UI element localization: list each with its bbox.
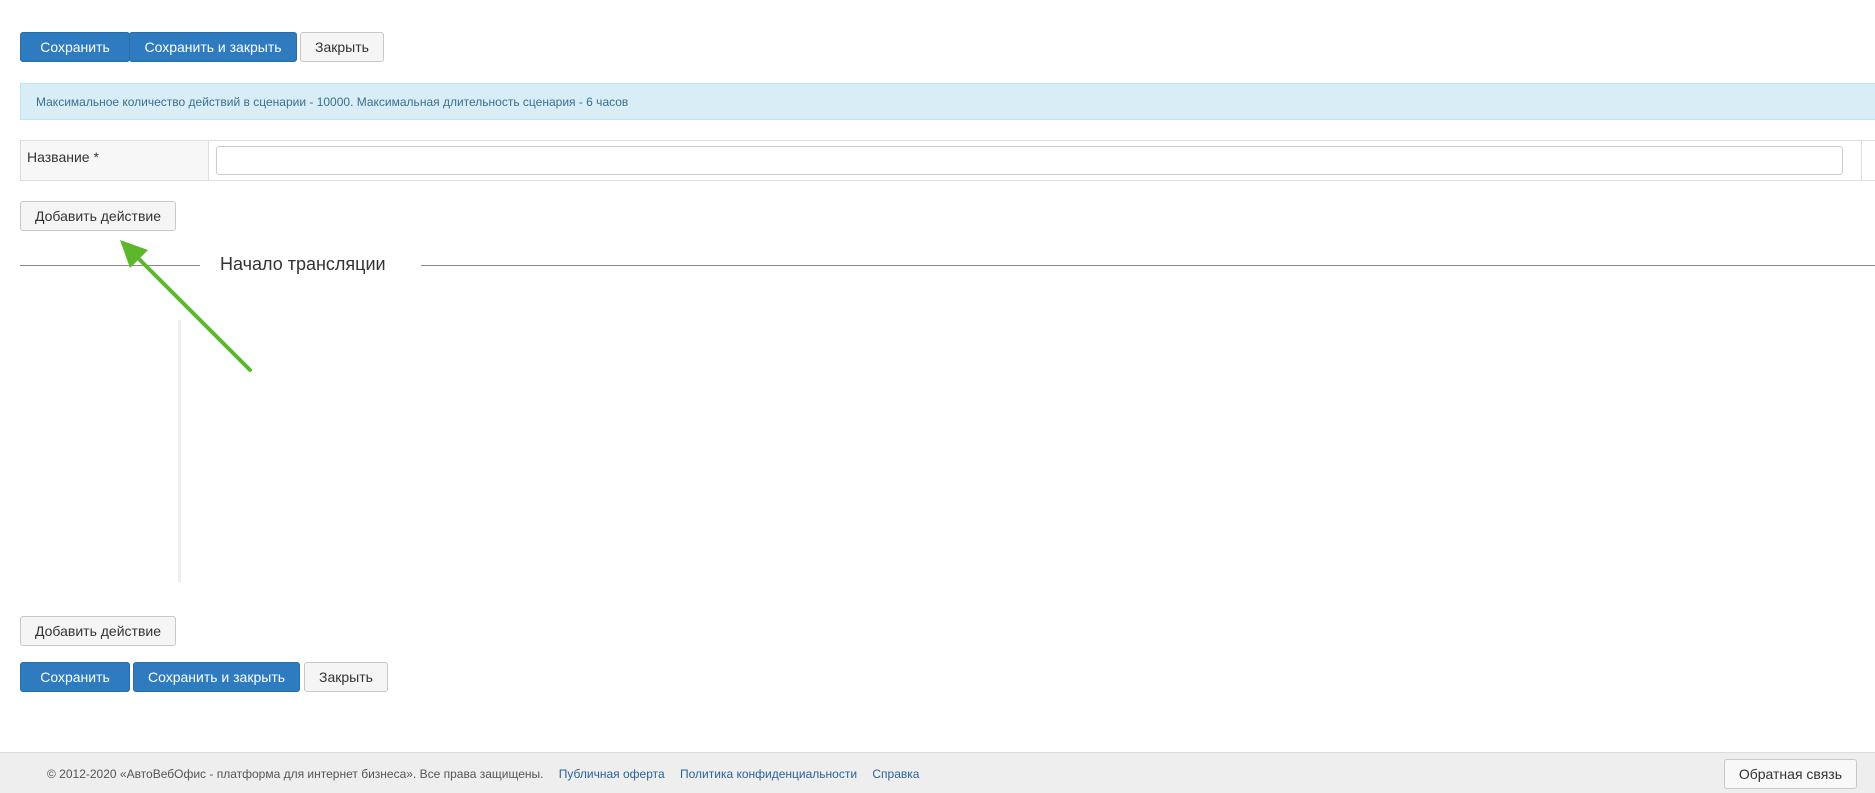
name-label: Название * bbox=[21, 141, 209, 180]
save-and-close-button[interactable]: Сохранить и закрыть bbox=[129, 32, 297, 62]
form-row-divider bbox=[1861, 141, 1862, 180]
actions-timeline-line bbox=[178, 320, 181, 582]
close-button[interactable]: Закрыть bbox=[300, 32, 384, 62]
save-button-bottom[interactable]: Сохранить bbox=[20, 662, 130, 692]
section-title: Начало трансляции bbox=[220, 254, 386, 274]
add-action-button-bottom[interactable]: Добавить действие bbox=[20, 616, 176, 646]
save-and-close-button-bottom[interactable]: Сохранить и закрыть bbox=[133, 662, 300, 692]
info-alert: Максимальное количество действий в сцена… bbox=[20, 83, 1875, 120]
footer-link-help[interactable]: Справка bbox=[872, 767, 919, 781]
info-message: Максимальное количество действий в сцена… bbox=[36, 94, 629, 109]
name-input[interactable] bbox=[216, 146, 1843, 175]
save-button[interactable]: Сохранить bbox=[20, 32, 130, 62]
footer: © 2012-2020 «АвтоВебОфис - платформа для… bbox=[0, 752, 1875, 793]
footer-copyright: © 2012-2020 «АвтоВебОфис - платформа для… bbox=[47, 767, 544, 781]
add-action-button-top[interactable]: Добавить действие bbox=[20, 201, 176, 231]
close-button-bottom[interactable]: Закрыть bbox=[304, 662, 388, 692]
section-divider-right bbox=[421, 265, 1875, 266]
footer-text: © 2012-2020 «АвтоВебОфис - платформа для… bbox=[47, 767, 919, 781]
section-divider-left bbox=[20, 265, 200, 266]
feedback-button[interactable]: Обратная связь bbox=[1723, 759, 1857, 789]
footer-link-offer[interactable]: Публичная оферта bbox=[559, 767, 665, 781]
footer-link-privacy[interactable]: Политика конфиденциальности bbox=[680, 767, 857, 781]
name-form-row: Название * bbox=[20, 140, 1875, 181]
